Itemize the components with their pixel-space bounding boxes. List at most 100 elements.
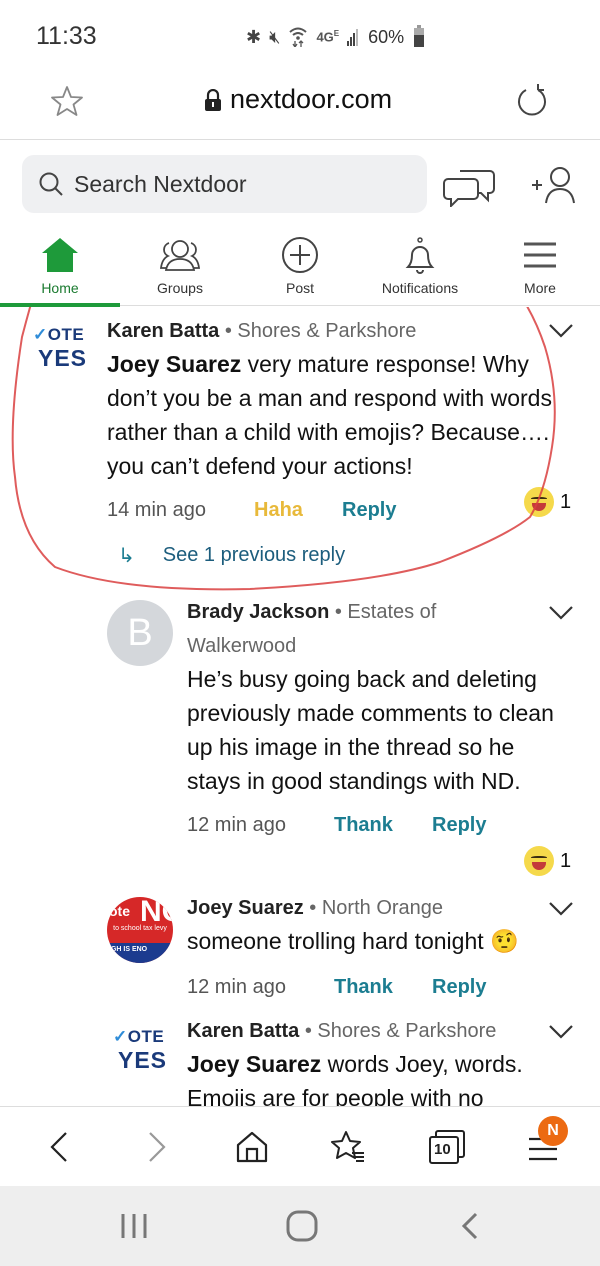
avatar-yes-text: YES xyxy=(118,1047,168,1073)
chevron-down-icon[interactable] xyxy=(548,322,574,340)
comment-actions: 12 min ago Thank Reply xyxy=(187,810,486,840)
hamburger-menu-icon xyxy=(524,242,556,268)
comment-body: Joey Suarez very mature response! Why do… xyxy=(107,351,552,479)
thank-button[interactable]: Thank xyxy=(334,976,432,999)
bluetooth-icon: ✱ xyxy=(246,27,262,47)
search-icon xyxy=(39,172,63,196)
tab-label: More xyxy=(524,280,556,296)
timestamp: 12 min ago xyxy=(187,813,286,836)
raised-eyebrow-emoji-icon: 🤨 xyxy=(490,928,519,954)
bookmark-star-icon[interactable] xyxy=(50,84,84,118)
avatar-vote-text: ✓OTE xyxy=(113,1027,165,1046)
reply-button[interactable]: Reply xyxy=(432,976,486,999)
author-name[interactable]: Joey Suarez xyxy=(187,897,304,919)
reaction-count: 1 xyxy=(560,849,572,872)
laughing-emoji-icon xyxy=(524,846,554,876)
tab-label: Groups xyxy=(157,280,203,296)
invite-neighbor-icon[interactable] xyxy=(530,165,580,205)
messages-icon[interactable] xyxy=(442,163,498,207)
reaction-summary[interactable]: 1 xyxy=(524,487,571,517)
battery-percent: 60% xyxy=(368,27,405,47)
comment-header: Brady Jackson • Estates of xyxy=(187,601,437,623)
tabs-button[interactable]: 10 xyxy=(428,1129,468,1165)
lock-icon xyxy=(205,88,221,111)
see-previous-reply-link[interactable]: ↳ See 1 previous reply xyxy=(118,543,345,568)
avatar[interactable]: ✓OTE YES xyxy=(33,321,93,373)
4g-icon: 4GE xyxy=(316,29,340,45)
browser-toolbar: 10 xyxy=(0,1106,600,1186)
plus-circle-icon xyxy=(282,237,318,273)
reply-button[interactable]: Reply xyxy=(432,814,486,837)
tab-more[interactable]: More xyxy=(480,232,600,306)
browser-url-bar: nextdoor.com xyxy=(0,70,600,140)
home-icon[interactable] xyxy=(234,1129,270,1165)
avatar[interactable]: ✓OTE YES xyxy=(113,1023,173,1075)
reaction-summary[interactable]: 1 xyxy=(524,846,571,876)
status-bar: 11:33 ✱ 🔇︎ 4GE 60% xyxy=(0,0,600,70)
comment: ✓OTE YES Karen Batta • Shores & Parkshor… xyxy=(0,1017,600,1107)
forward-icon[interactable] xyxy=(138,1129,174,1165)
groups-icon xyxy=(160,240,200,271)
mention[interactable]: Joey Suarez xyxy=(107,351,241,377)
comment-body: Joey Suarez words Joey, words. Emojis ar… xyxy=(187,1051,523,1107)
avatar[interactable]: B xyxy=(107,600,173,666)
mute-icon: 🔇︎ xyxy=(269,27,281,47)
back-icon[interactable] xyxy=(42,1129,78,1165)
tab-post[interactable]: Post xyxy=(240,232,360,306)
neighborhood[interactable]: Estates of xyxy=(347,601,436,623)
laughing-emoji-icon xyxy=(524,487,554,517)
tab-notifications[interactable]: Notifications xyxy=(360,232,480,306)
thank-button[interactable]: Thank xyxy=(334,814,432,837)
comment-header: Karen Batta • Shores & Parkshore xyxy=(187,1020,497,1042)
mention[interactable]: Joey Suarez xyxy=(187,1051,321,1077)
tab-label: Post xyxy=(285,280,314,296)
comment: B Brady Jackson • Estates of Walkerwood … xyxy=(0,592,600,892)
tab-label: Notifications xyxy=(381,280,459,296)
neighborhood[interactable]: North Orange xyxy=(322,897,443,919)
wifi-icon xyxy=(288,25,308,50)
author-name[interactable]: Karen Batta xyxy=(187,1020,299,1042)
recent-apps-icon[interactable] xyxy=(114,1208,154,1244)
status-icons: ✱ 🔇︎ 4GE 60% xyxy=(246,22,425,52)
home-icon xyxy=(42,238,78,272)
author-name[interactable]: Brady Jackson xyxy=(187,601,329,623)
search-placeholder: Search Nextdoor xyxy=(74,170,247,197)
bell-icon xyxy=(405,237,435,274)
comment-header: Karen Batta • Shores & Parkshore xyxy=(107,320,417,342)
haha-reaction-button[interactable]: Haha xyxy=(254,499,342,522)
comment-body: someone trolling hard tonight 🤨 xyxy=(187,928,519,954)
battery-icon xyxy=(414,24,425,47)
avatar-yes-text: YES xyxy=(38,345,88,371)
reply-button[interactable]: Reply xyxy=(342,499,396,522)
comment: ✓OTE YES Karen Batta • Shores & Parkshor… xyxy=(0,307,600,577)
main-tabs: Home Groups Post Notifications More xyxy=(0,232,600,307)
reaction-count: 1 xyxy=(560,490,572,513)
bookmarks-icon[interactable] xyxy=(330,1129,366,1165)
avatar-vote-text: ✓OTE xyxy=(33,325,85,344)
comment-header: Joey Suarez • North Orange xyxy=(187,897,444,919)
chevron-down-icon[interactable] xyxy=(548,604,574,622)
comment: ote NO to school tax levy IGH IS ENO Joe… xyxy=(0,892,600,1002)
system-back-icon[interactable] xyxy=(450,1208,490,1244)
tab-label: Home xyxy=(41,280,79,296)
tab-groups[interactable]: Groups xyxy=(120,232,240,306)
reload-icon[interactable] xyxy=(514,84,550,120)
search-input[interactable]: Search Nextdoor xyxy=(22,155,427,213)
author-name[interactable]: Karen Batta xyxy=(107,320,219,342)
comment-feed: ✓OTE YES Karen Batta • Shores & Parkshor… xyxy=(0,307,600,1107)
clock: 11:33 xyxy=(36,22,97,50)
neighborhood[interactable]: Shores & Parkshore xyxy=(317,1020,496,1042)
chevron-down-icon[interactable] xyxy=(548,900,574,918)
timestamp: 12 min ago xyxy=(187,975,286,998)
neighborhood[interactable]: Shores & Parkshore xyxy=(237,320,416,342)
signal-icon xyxy=(347,28,359,46)
url-field[interactable]: nextdoor.com xyxy=(204,84,392,115)
url-text: nextdoor.com xyxy=(230,84,393,114)
tab-home[interactable]: Home xyxy=(0,232,120,307)
notification-badge: N xyxy=(538,1116,568,1146)
neighborhood-continued[interactable]: Walkerwood xyxy=(187,632,296,660)
chevron-down-icon[interactable] xyxy=(548,1023,574,1041)
avatar[interactable]: ote NO to school tax levy IGH IS ENO xyxy=(107,897,173,963)
home-button-icon[interactable] xyxy=(282,1208,322,1244)
system-navigation-bar xyxy=(0,1186,600,1266)
